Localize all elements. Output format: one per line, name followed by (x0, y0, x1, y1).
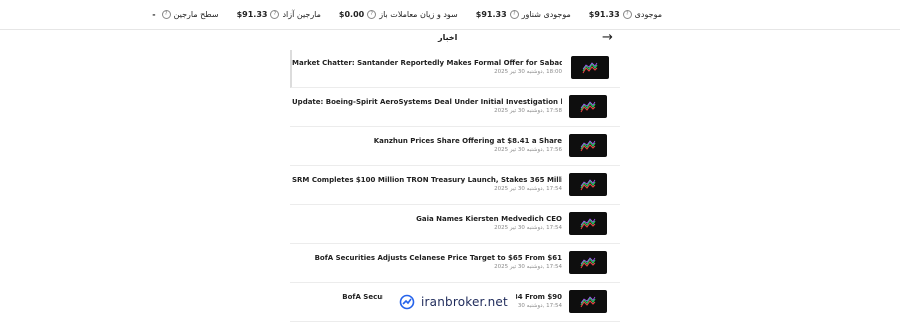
watermark: iranbroker.net (383, 288, 516, 315)
chart-icon (580, 140, 596, 152)
account-status-bar: موجودی ? $91.33 موجودی شناور ? $91.33 سو… (0, 0, 900, 30)
news-thumbnail (569, 290, 607, 313)
chart-icon (580, 218, 596, 230)
stat-equity: موجودی شناور ? $91.33 (476, 10, 571, 19)
news-timestamp: 17:54 ,دوشنبه 30 تیر 2025 (494, 225, 562, 231)
stat-value: $91.33 (236, 10, 268, 19)
stat-balance: موجودی ? $91.33 (589, 10, 662, 19)
info-icon[interactable]: ? (509, 10, 519, 19)
news-timestamp: 17:54 ,دوشنبه 30 تیر 2025 (494, 264, 562, 270)
stat-open-pl: سود و زیان معاملات باز ? $0.00 (339, 10, 458, 19)
news-panel: → اخبار Market Chatter: Santander Report… (290, 30, 620, 322)
stat-value: - (152, 10, 156, 19)
broker-logo-icon (399, 294, 415, 309)
stat-label: مارجین آزاد (282, 10, 321, 19)
news-timestamp: 17:56 ,دوشنبه 30 تیر 2025 (494, 147, 562, 153)
chart-icon (580, 296, 596, 308)
stat-value: $0.00 (338, 10, 365, 19)
news-headline: Market Chatter: Santander Reportedly Mak… (292, 59, 562, 67)
news-item[interactable]: SRM Completes $100 Million TRON Treasury… (290, 167, 620, 205)
stat-label: موجودی (634, 10, 662, 19)
news-thumbnail (569, 212, 607, 235)
stat-free-margin: مارجین آزاد ? $91.33 (237, 10, 321, 19)
news-headline: Update: Boeing-Spirit AeroSystems Deal U… (292, 98, 562, 106)
news-thumbnail (569, 134, 607, 157)
news-thumbnail (571, 56, 609, 79)
watermark-text: iranbroker.net (421, 294, 508, 309)
news-timestamp: 18:00 ,دوشنبه 30 تیر 2025 (494, 69, 562, 75)
news-thumbnail (569, 95, 607, 118)
stat-label: موجودی شناور (521, 10, 571, 19)
info-icon[interactable]: ? (367, 10, 377, 19)
stat-value: $91.33 (475, 10, 507, 19)
stat-label: سطح مارجین (173, 10, 219, 19)
stat-label: سود و زیان معاملات باز (379, 10, 458, 19)
news-thumbnail (569, 251, 607, 274)
news-item[interactable]: Kanzhun Prices Share Offering at $8.41 a… (290, 128, 620, 166)
news-headline: Kanzhun Prices Share Offering at $8.41 a… (373, 137, 562, 145)
news-list: Market Chatter: Santander Reportedly Mak… (290, 50, 620, 323)
news-item[interactable]: Market Chatter: Santander Reportedly Mak… (290, 50, 620, 88)
chart-icon (580, 257, 596, 269)
chart-icon (582, 62, 598, 74)
news-item[interactable]: Gaia Names Kiersten Medvedich CEO 17:54 … (290, 206, 620, 244)
info-icon[interactable]: ? (622, 10, 632, 19)
news-item[interactable]: Update: Boeing-Spirit AeroSystems Deal U… (290, 89, 620, 127)
news-timestamp: 17:58 ,دوشنبه 30 تیر 2025 (494, 108, 562, 114)
news-thumbnail (569, 173, 607, 196)
news-item[interactable]: BofA Securities Adjusts Celanese Price T… (290, 245, 620, 283)
stat-value: $91.33 (588, 10, 620, 19)
info-icon[interactable]: ? (161, 10, 171, 19)
news-headline: Gaia Names Kiersten Medvedich CEO (416, 215, 562, 223)
news-headline: BofA Securities Adjusts Celanese Price T… (314, 254, 562, 262)
info-icon[interactable]: ? (270, 10, 280, 19)
news-headline: SRM Completes $100 Million TRON Treasury… (292, 176, 562, 184)
chart-icon (580, 179, 596, 191)
stat-margin-level: سطح مارجین ? - (152, 10, 219, 19)
news-timestamp: 17:54 ,دوشنبه 30 تیر 2025 (494, 186, 562, 192)
arrow-right-icon[interactable]: → (602, 31, 613, 44)
panel-title: اخبار (438, 33, 458, 42)
news-panel-header: → اخبار (290, 30, 620, 50)
chart-icon (580, 101, 596, 113)
